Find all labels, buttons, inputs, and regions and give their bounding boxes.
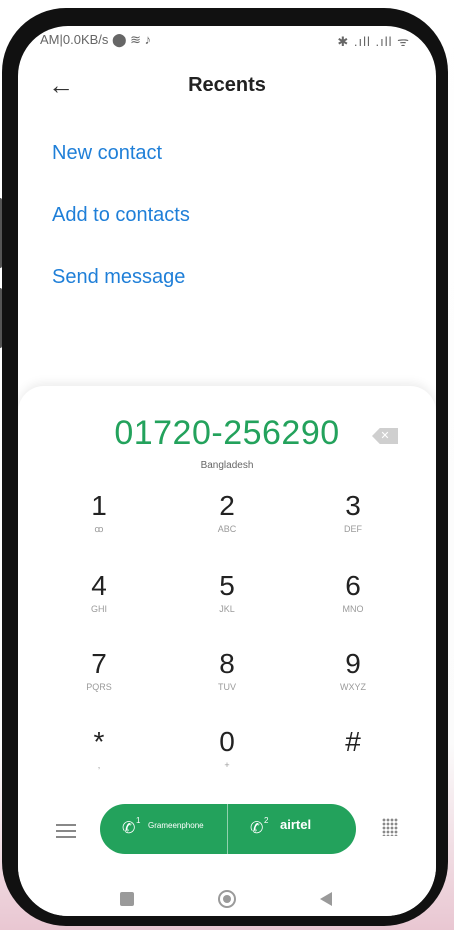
key-letters: WXYZ [340, 682, 366, 692]
recents-nav-icon[interactable] [120, 892, 134, 906]
backspace-glyph: ✕ [380, 430, 390, 442]
status-left: AM|0.0KB/s ⬤ ≋ ♪ [40, 32, 152, 47]
key-digit: 4 [91, 570, 107, 601]
power-button [0, 288, 2, 348]
voicemail-icon: ꝏ [94, 524, 104, 534]
key-digit: * [93, 726, 105, 757]
key-3[interactable]: 3 DEF [298, 490, 408, 558]
key-digit: 3 [345, 490, 361, 521]
screen: AM|0.0KB/s ⬤ ≋ ♪ ✱ .ıll .ıll ᯤ ← Recents… [18, 26, 436, 916]
key-0[interactable]: 0 + [172, 726, 282, 794]
key-digit: 0 [219, 726, 235, 757]
carrier-label: Grameenphone [148, 821, 204, 830]
key-letters: , [97, 760, 101, 770]
key-hash[interactable]: # [298, 726, 408, 794]
call-sim2-button[interactable]: ✆ 2 airtel [228, 804, 356, 854]
carrier-label: airtel [280, 817, 312, 832]
volume-button [0, 198, 2, 268]
header: ← Recents [18, 70, 436, 106]
phone-frame: AM|0.0KB/s ⬤ ≋ ♪ ✱ .ıll .ıll ᯤ ← Recents… [0, 8, 448, 926]
status-right: ✱ .ıll .ıll ᯤ [337, 34, 410, 49]
country-label: Bangladesh [200, 460, 254, 471]
menu-icon[interactable] [56, 824, 76, 838]
key-letters: ABC [217, 524, 237, 534]
key-letters: DEF [344, 524, 362, 534]
key-7[interactable]: 7 PQRS [44, 648, 154, 716]
key-digit: # [345, 726, 361, 757]
key-digit: 2 [219, 490, 235, 521]
key-letters: + [224, 760, 230, 770]
sim-number: 2 [264, 816, 269, 825]
new-contact-link[interactable]: New contact [52, 142, 162, 165]
sim-number: 1 [136, 816, 141, 825]
key-6[interactable]: 6 MNO [298, 570, 408, 638]
key-letters: GHI [90, 604, 107, 614]
key-digit: 7 [91, 648, 107, 679]
phone-icon: ✆ [250, 820, 264, 837]
call-sim1-button[interactable]: ✆ 1 Grameenphone [100, 804, 228, 854]
phone-icon: ✆ [122, 820, 136, 837]
key-digit: 5 [219, 570, 235, 601]
key-letters: JKL [219, 604, 235, 614]
send-message-link[interactable]: Send message [52, 266, 185, 289]
key-digit: 8 [219, 648, 235, 679]
key-letters: PQRS [86, 682, 112, 692]
dialer-panel: 01720-256290 ✕ Bangladesh 1 ꝏ 2 ABC 3 DE… [18, 386, 436, 916]
key-2[interactable]: 2 ABC [172, 490, 282, 558]
navigation-bar [18, 880, 436, 916]
key-star[interactable]: * , [44, 726, 154, 794]
key-letters: TUV [218, 682, 236, 692]
call-button-group: ✆ 1 Grameenphone ✆ 2 airtel [100, 804, 356, 854]
keypad-icon[interactable] [382, 818, 398, 836]
key-digit: 1 [91, 490, 107, 521]
key-9[interactable]: 9 WXYZ [298, 648, 408, 716]
key-4[interactable]: 4 GHI [44, 570, 154, 638]
call-bar: ✆ 1 Grameenphone ✆ 2 airtel [18, 796, 436, 856]
key-digit: 9 [345, 648, 361, 679]
status-bar: AM|0.0KB/s ⬤ ≋ ♪ ✱ .ıll .ıll ᯤ [18, 32, 436, 52]
key-1[interactable]: 1 ꝏ [44, 490, 154, 558]
key-letters: MNO [342, 604, 364, 614]
dialed-number: 01720-256290 [114, 414, 340, 452]
home-nav-icon[interactable] [218, 890, 236, 908]
key-8[interactable]: 8 TUV [172, 648, 282, 716]
page-title: Recents [188, 74, 266, 96]
back-nav-icon[interactable] [320, 892, 332, 906]
key-5[interactable]: 5 JKL [172, 570, 282, 638]
key-digit: 6 [345, 570, 361, 601]
add-to-contacts-link[interactable]: Add to contacts [52, 204, 190, 227]
